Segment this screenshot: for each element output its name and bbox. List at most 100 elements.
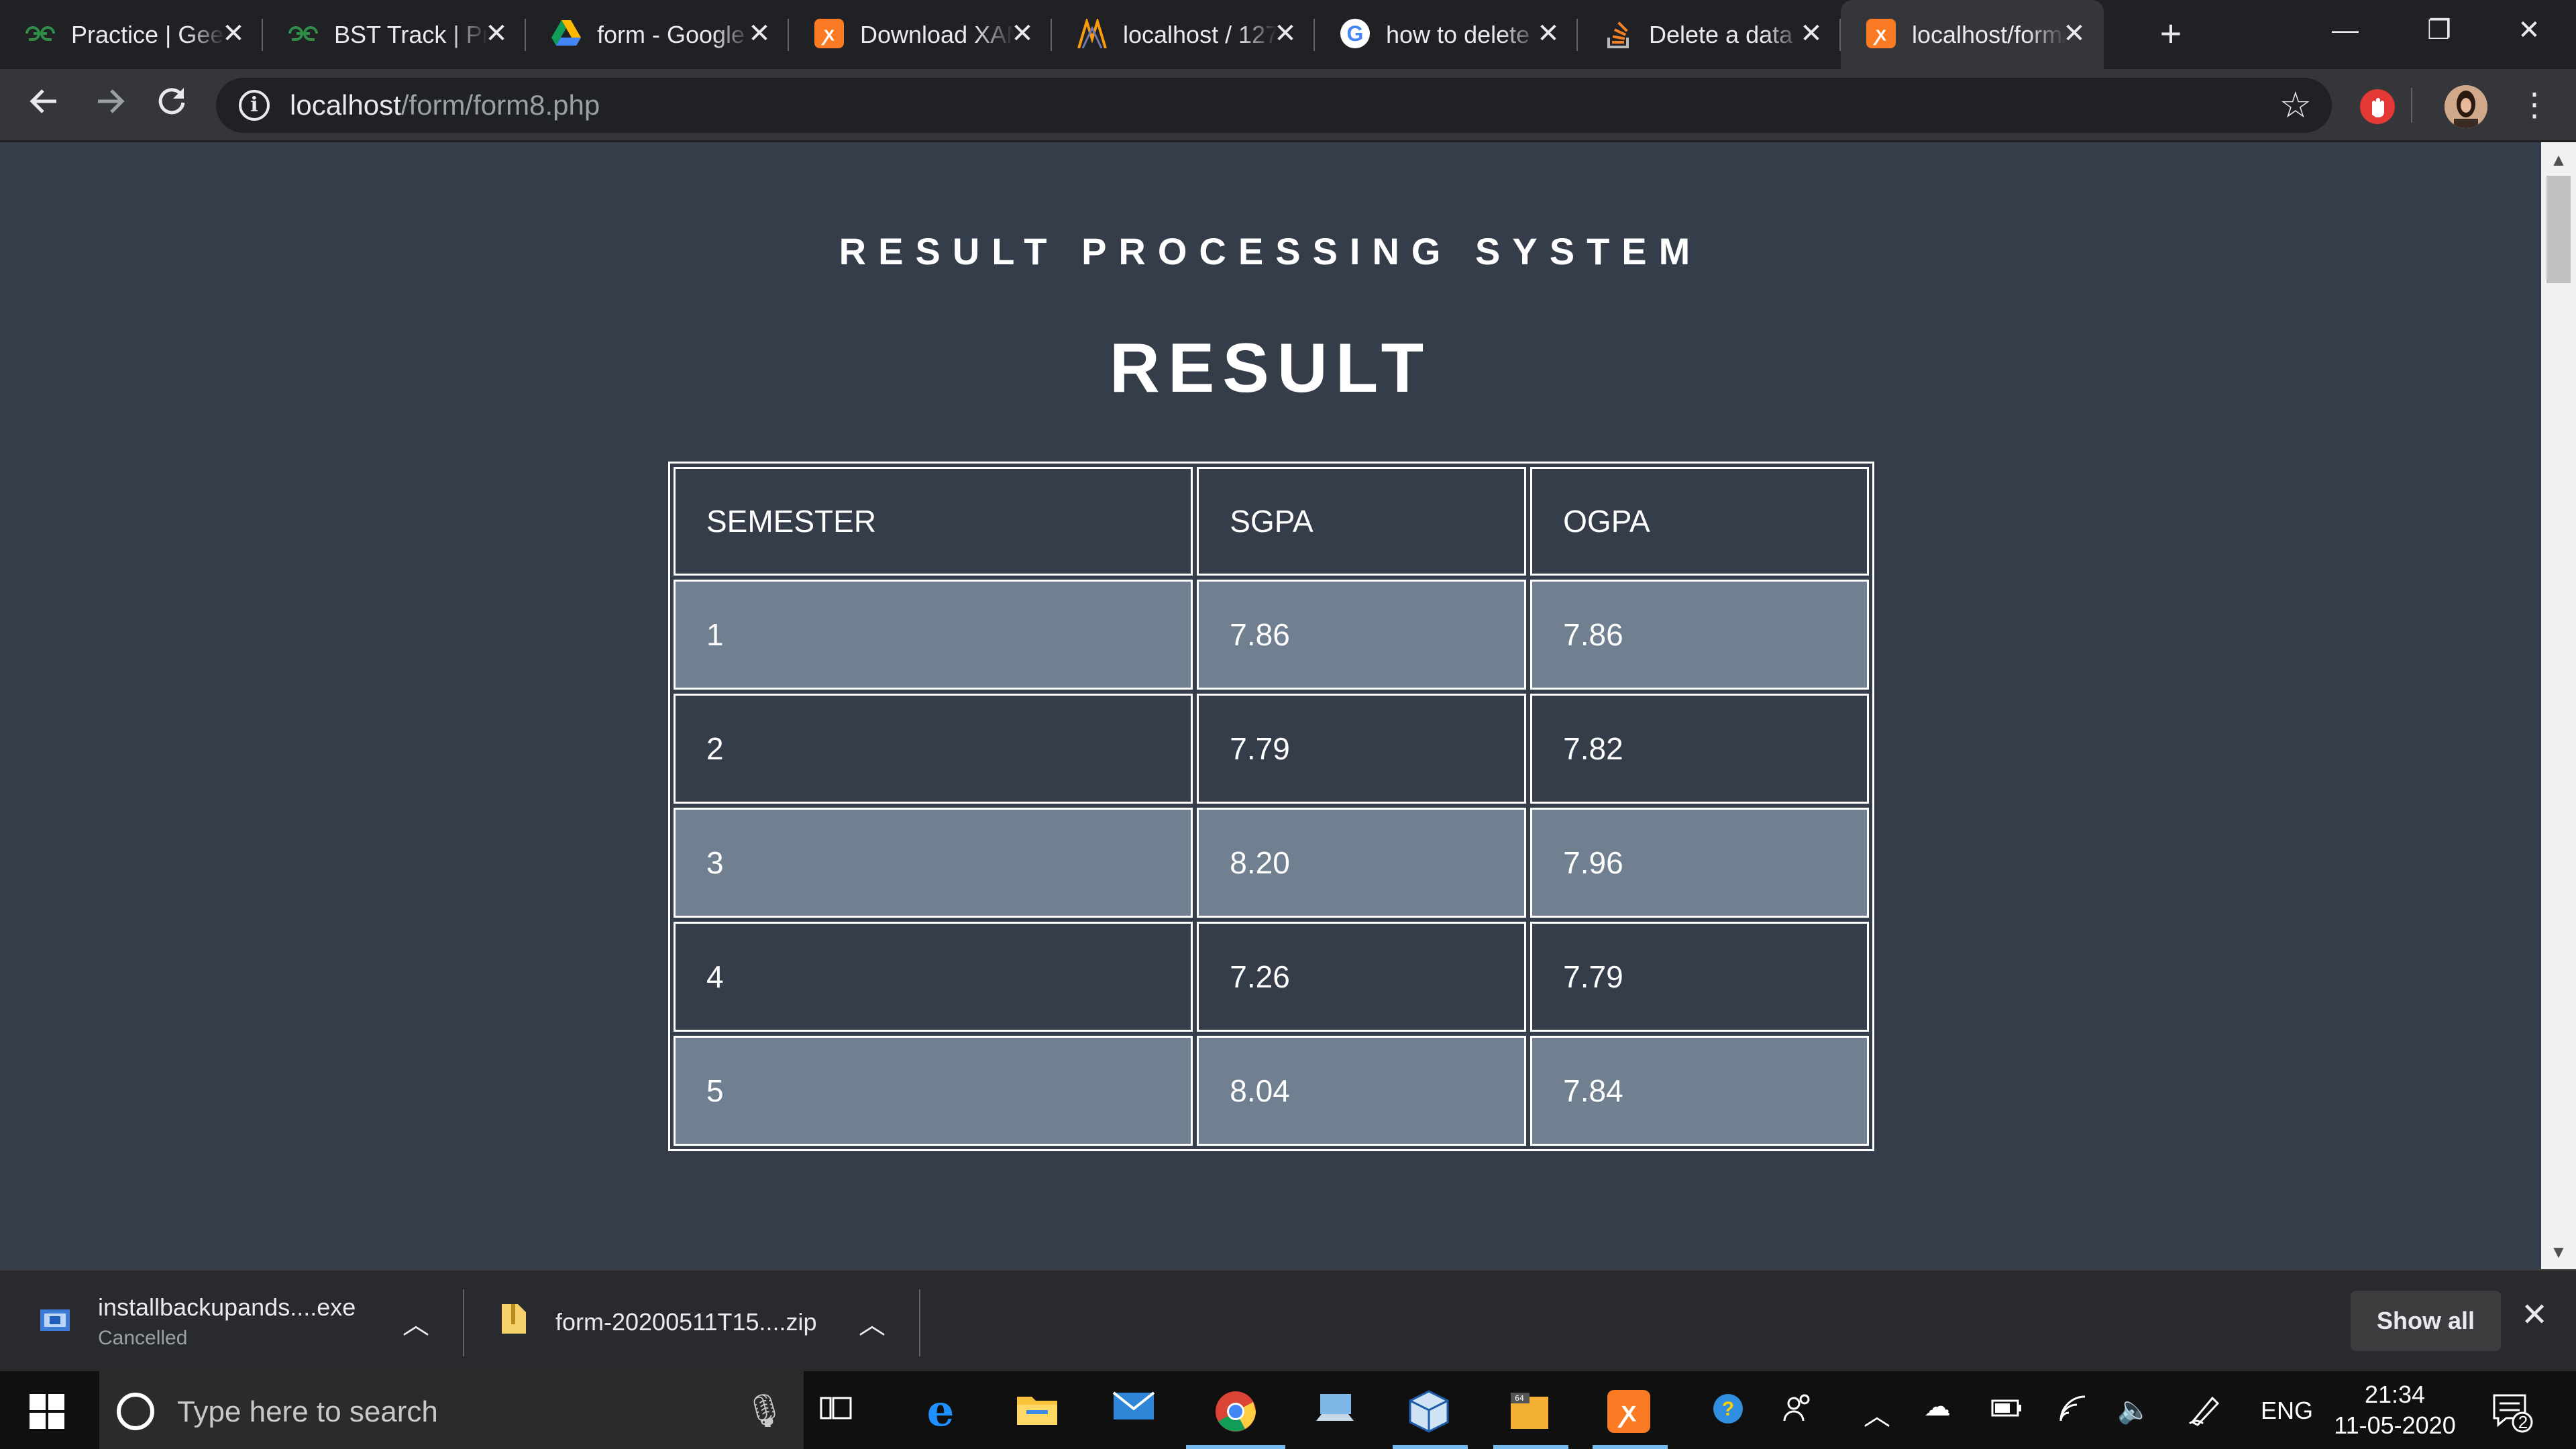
scroll-up-icon[interactable]: ▲ bbox=[2541, 142, 2576, 177]
back-button[interactable] bbox=[21, 83, 67, 128]
shelf-separator bbox=[919, 1289, 920, 1356]
active-app-indicator bbox=[1186, 1445, 1285, 1449]
microphone-icon[interactable]: 🎙 bbox=[744, 1391, 785, 1430]
tab-practice-gfg[interactable]: Practice | GeeksforGeeks ✕ bbox=[0, 0, 263, 69]
adblock-extension-icon[interactable] bbox=[2360, 89, 2395, 124]
scroll-down-icon[interactable]: ▼ bbox=[2541, 1234, 2576, 1269]
virtualbox-icon[interactable] bbox=[1407, 1390, 1450, 1433]
task-view-icon[interactable] bbox=[814, 1390, 857, 1433]
pen-ink-icon[interactable] bbox=[2188, 1394, 2223, 1433]
sgpa-cell: 7.26 bbox=[1197, 922, 1527, 1032]
running-app-indicator bbox=[1593, 1445, 1668, 1449]
tab-phpmyadmin[interactable]: localhost / 127.0.0.1 ✕ bbox=[1052, 0, 1315, 69]
chrome-icon[interactable] bbox=[1214, 1390, 1257, 1433]
windows-taskbar: Type here to search 🎙 e 64 ꭗ ? ︿ ☁ 🔈 ENG… bbox=[0, 1371, 2576, 1449]
close-icon[interactable]: ✕ bbox=[1271, 19, 1300, 48]
download-shelf: installbackupands....exe Cancelled ︿ for… bbox=[0, 1269, 2576, 1371]
help-icon[interactable]: ? bbox=[1708, 1390, 1751, 1433]
tab-stackoverflow[interactable]: Delete a data ✕ bbox=[1578, 0, 1841, 69]
people-icon[interactable] bbox=[1776, 1390, 1819, 1433]
system-clock[interactable]: 21:34 11-05-2020 bbox=[2321, 1379, 2469, 1441]
ogpa-cell: 7.82 bbox=[1530, 694, 1869, 804]
sgpa-cell: 7.86 bbox=[1197, 580, 1527, 690]
close-window-button[interactable]: ✕ bbox=[2482, 0, 2576, 60]
tab-title: Download XAMPP bbox=[860, 20, 1014, 48]
xampp-icon: ꭗ bbox=[813, 17, 845, 50]
gfg-icon bbox=[287, 17, 319, 50]
phpmyadmin-icon bbox=[1076, 17, 1108, 50]
tab-localhost-form8[interactable]: ꭗ localhost/form/form8.php ✕ bbox=[1841, 0, 2104, 69]
mail-icon[interactable] bbox=[1112, 1390, 1155, 1433]
semester-cell: 4 bbox=[674, 922, 1193, 1032]
menu-kebab-icon[interactable]: ⋮ bbox=[2512, 83, 2557, 128]
avatar[interactable] bbox=[2445, 85, 2487, 128]
table-header-row: SEMESTER SGPA OGPA bbox=[674, 467, 1869, 576]
bookmark-star-icon[interactable]: ☆ bbox=[2279, 87, 2312, 123]
reload-button[interactable] bbox=[149, 83, 195, 128]
close-icon[interactable]: ✕ bbox=[1008, 19, 1037, 48]
arrow-left-icon bbox=[30, 89, 56, 113]
search-placeholder: Type here to search bbox=[177, 1395, 438, 1428]
show-all-button[interactable]: Show all bbox=[2351, 1291, 2501, 1351]
chevron-up-icon[interactable]: ︿ bbox=[402, 1303, 429, 1342]
ogpa-cell: 7.96 bbox=[1530, 808, 1869, 918]
restore-button[interactable]: ❐ bbox=[2392, 0, 2486, 60]
chevron-up-icon[interactable]: ︿ bbox=[1864, 1394, 1890, 1433]
close-icon[interactable]: ✕ bbox=[219, 19, 248, 48]
notification-count: 2 bbox=[2518, 1412, 2528, 1432]
sgpa-cell: 8.20 bbox=[1197, 808, 1527, 918]
tab-download-xampp[interactable]: ꭗ Download XAMPP ✕ bbox=[789, 0, 1052, 69]
volume-icon[interactable]: 🔈 bbox=[2117, 1394, 2151, 1426]
semester-cell: 1 bbox=[674, 580, 1193, 690]
language-indicator[interactable]: ENG bbox=[2261, 1397, 2313, 1425]
svg-text:G: G bbox=[1347, 21, 1364, 46]
cortana-icon bbox=[117, 1393, 154, 1430]
windows-start-icon[interactable] bbox=[30, 1394, 64, 1429]
download-item[interactable]: installbackupands....exe Cancelled ︿ bbox=[0, 1271, 462, 1373]
close-icon[interactable]: ✕ bbox=[2521, 1296, 2548, 1334]
taskbar-search-input[interactable]: Type here to search 🎙 bbox=[99, 1371, 804, 1449]
tab-google-drive[interactable]: form - Google Drive ✕ bbox=[526, 0, 789, 69]
tab-title: localhost / 127.0.0.1 bbox=[1123, 20, 1277, 48]
download-filename: installbackupands....exe bbox=[98, 1293, 356, 1321]
semester-cell: 3 bbox=[674, 808, 1193, 918]
close-icon[interactable]: ✕ bbox=[1796, 19, 1826, 48]
wifi-icon[interactable] bbox=[2058, 1394, 2090, 1430]
close-icon[interactable]: ✕ bbox=[1534, 19, 1563, 48]
toolbar-separator bbox=[2411, 88, 2412, 123]
minimize-button[interactable]: — bbox=[2298, 0, 2392, 60]
xampp-icon[interactable]: ꭗ bbox=[1607, 1390, 1650, 1433]
tab-title: how to delete bbox=[1386, 20, 1530, 48]
tab-bst-track[interactable]: BST Track | Practice ✕ bbox=[263, 0, 526, 69]
remote-desktop-icon[interactable] bbox=[1313, 1390, 1356, 1433]
download-filename: form-20200511T15....zip bbox=[555, 1308, 817, 1336]
tab-title: Delete a data bbox=[1649, 20, 1793, 48]
close-icon[interactable]: ✕ bbox=[2059, 19, 2089, 48]
battery-icon[interactable] bbox=[1991, 1394, 2023, 1428]
column-header-semester: SEMESTER bbox=[674, 467, 1193, 576]
new-tab-button[interactable]: + bbox=[2144, 0, 2198, 69]
url-text[interactable]: localhost/form/form8.php bbox=[290, 89, 600, 121]
column-header-ogpa: OGPA bbox=[1530, 467, 1869, 576]
close-icon[interactable]: ✕ bbox=[745, 19, 774, 48]
download-item[interactable]: form-20200511T15....zip ︿ bbox=[464, 1271, 920, 1373]
file-explorer-icon[interactable] bbox=[1016, 1390, 1059, 1433]
scrollbar-thumb[interactable] bbox=[2546, 176, 2571, 283]
page-scrollbar[interactable]: ▲ ▼ bbox=[2541, 142, 2576, 1269]
clock-date: 11-05-2020 bbox=[2334, 1411, 2456, 1439]
address-bar[interactable]: i localhost/form/form8.php ☆ bbox=[216, 78, 2332, 133]
forward-button[interactable] bbox=[87, 83, 133, 128]
sgpa-cell: 7.79 bbox=[1197, 694, 1527, 804]
tab-google-search[interactable]: G how to delete ✕ bbox=[1315, 0, 1578, 69]
chevron-up-icon[interactable]: ︿ bbox=[859, 1303, 885, 1342]
edge-browser-icon[interactable]: e bbox=[919, 1390, 962, 1433]
close-icon[interactable]: ✕ bbox=[482, 19, 511, 48]
onedrive-cloud-icon[interactable]: ☁ bbox=[1924, 1391, 1951, 1422]
ogpa-cell: 7.79 bbox=[1530, 922, 1869, 1032]
table-row: 3 8.20 7.96 bbox=[674, 808, 1869, 918]
sublime-folder-icon[interactable]: 64 bbox=[1508, 1390, 1551, 1433]
info-icon[interactable]: i bbox=[239, 90, 270, 121]
notification-center-icon[interactable]: 2 bbox=[2490, 1390, 2533, 1433]
url-host: localhost bbox=[290, 89, 401, 121]
arrow-right-icon bbox=[98, 89, 125, 113]
